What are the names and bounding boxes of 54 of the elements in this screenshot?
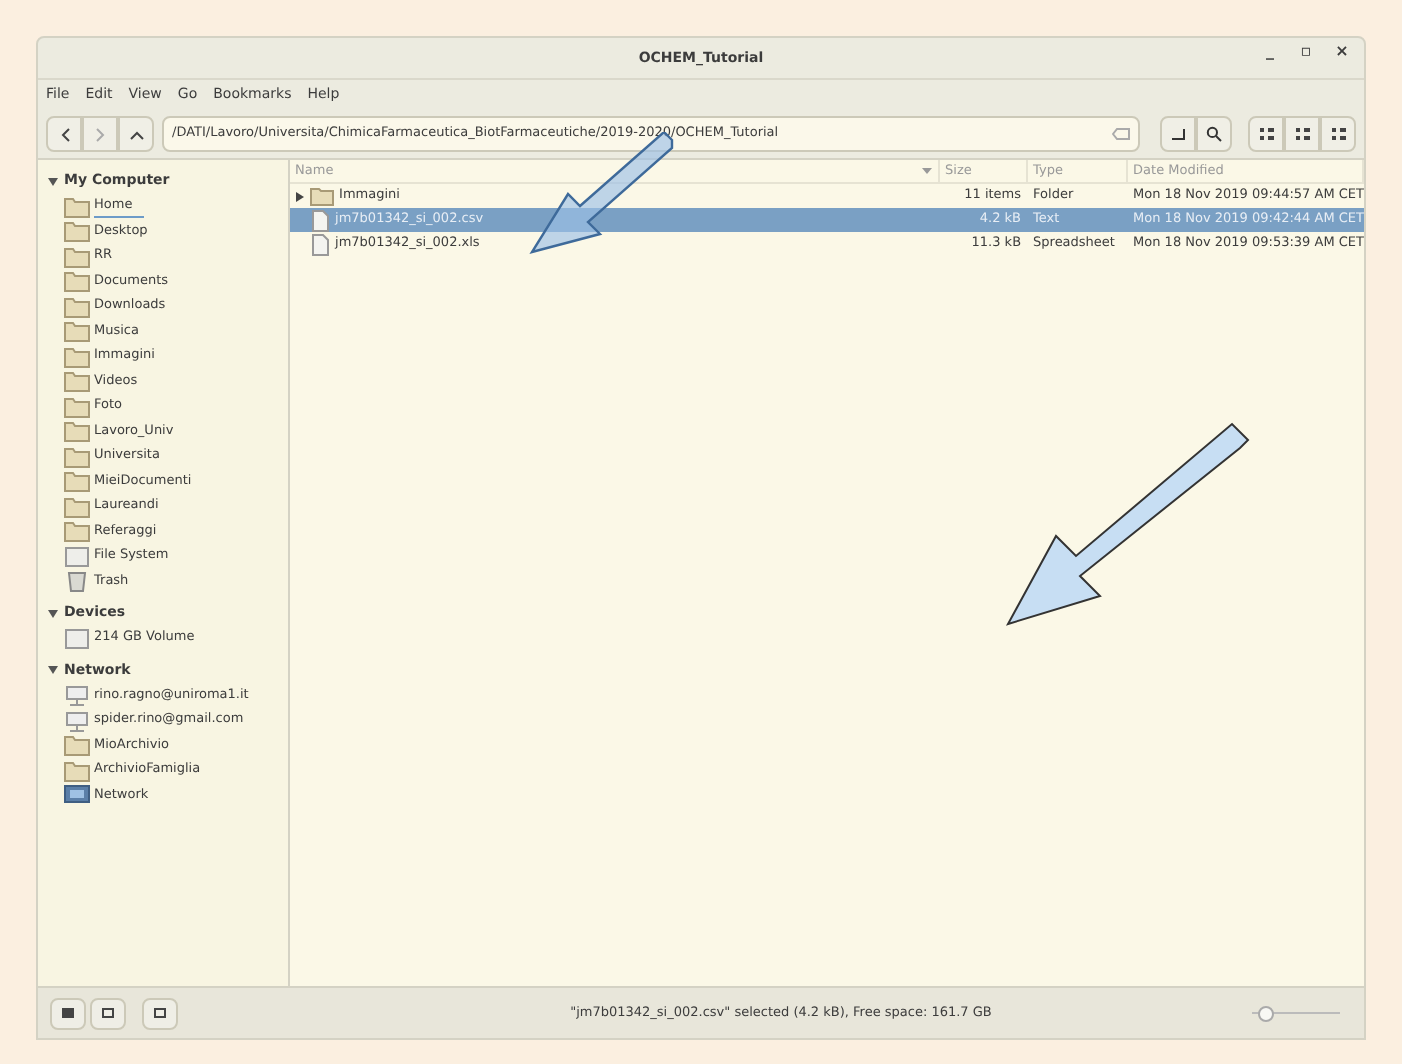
folder-icon — [64, 295, 90, 318]
folder-icon — [64, 220, 90, 243]
clear-icon — [1112, 128, 1130, 140]
sidebar-icon — [62, 1008, 74, 1018]
folder-icon — [64, 370, 90, 393]
expander-icon[interactable] — [48, 666, 58, 674]
view-icon — [1331, 128, 1345, 140]
back-button[interactable] — [46, 116, 82, 152]
toggle-icon — [1170, 128, 1186, 140]
folder-icon — [64, 470, 90, 493]
icon-view-button[interactable] — [1248, 116, 1284, 152]
expander-icon[interactable] — [295, 191, 304, 201]
folder-icon — [64, 395, 90, 418]
sort-icon — [921, 168, 932, 174]
minimize-button[interactable]: _ — [1260, 44, 1280, 60]
places-button[interactable] — [50, 997, 86, 1029]
folder-icon — [64, 445, 90, 468]
document-icon — [309, 209, 330, 231]
sidebar-icon — [154, 1008, 166, 1018]
folder-icon — [64, 759, 90, 782]
search-icon — [1206, 126, 1222, 142]
share-icon — [64, 709, 90, 732]
folder-icon — [64, 320, 90, 343]
compact-view-button[interactable] — [1320, 116, 1356, 152]
share-icon — [64, 684, 90, 707]
close-button[interactable]: × — [1332, 44, 1352, 60]
folder-icon — [64, 520, 90, 543]
forward-icon — [95, 127, 105, 141]
hide-sidebar-button[interactable] — [142, 997, 178, 1029]
folder-icon — [64, 734, 90, 757]
drive-icon — [64, 545, 90, 568]
expander-icon[interactable] — [48, 609, 58, 617]
document-icon — [309, 233, 330, 255]
trash-icon — [64, 570, 90, 593]
folder-icon — [64, 195, 90, 218]
folder-icon — [64, 245, 90, 268]
folder-icon — [64, 420, 90, 443]
folder-icon — [64, 495, 90, 518]
up-button[interactable] — [118, 116, 154, 152]
view-icon — [1259, 128, 1273, 140]
list-view-button[interactable] — [1284, 116, 1320, 152]
view-icon — [1295, 128, 1309, 140]
network-icon — [64, 784, 90, 807]
maximize-button[interactable]: ▫ — [1296, 44, 1316, 60]
folder-icon — [64, 270, 90, 293]
path-toggle-button[interactable] — [1160, 116, 1196, 152]
search-button[interactable] — [1196, 116, 1232, 152]
folder-icon — [64, 345, 90, 368]
back-icon — [59, 127, 69, 141]
expander-icon[interactable] — [48, 177, 58, 185]
sidebar-icon — [102, 1008, 114, 1018]
drive-icon — [64, 627, 90, 650]
tree-button[interactable] — [90, 997, 126, 1029]
zoom-slider[interactable] — [1252, 1005, 1340, 1021]
